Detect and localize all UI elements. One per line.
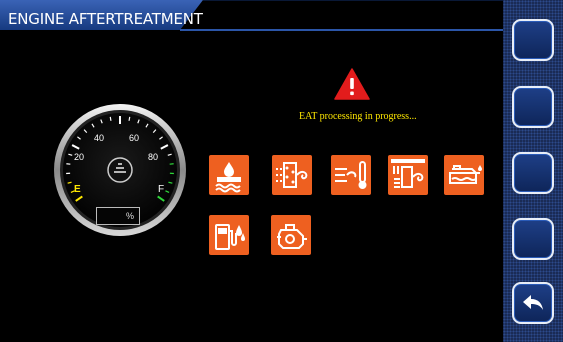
gauge-center-icon <box>107 157 133 183</box>
gauge-empty-label: E <box>74 184 81 195</box>
gauge-tick-mark <box>109 116 112 121</box>
page-title: ENGINE AFTERTREATMENT <box>8 10 203 28</box>
dpf-icon[interactable] <box>272 155 312 195</box>
percent-unit: % <box>125 211 134 221</box>
gauge-tick-80: 80 <box>148 152 159 162</box>
gauge-full-label: F <box>158 184 165 195</box>
engine-icon[interactable] <box>271 215 311 255</box>
gauge-tick-mark <box>128 116 131 121</box>
side-button-2[interactable] <box>512 86 554 128</box>
side-button-3[interactable] <box>512 152 554 194</box>
fuel-def-icon[interactable] <box>209 215 249 255</box>
back-arrow-icon <box>523 295 543 310</box>
header-bar: ENGINE AFTERTREATMENT <box>0 0 503 36</box>
exhaust-fluid-icon[interactable] <box>209 155 249 195</box>
def-filter-icon[interactable] <box>388 155 428 195</box>
def-percent-readout: % <box>96 207 140 225</box>
exhaust-temperature-icon[interactable] <box>331 155 371 195</box>
back-button[interactable] <box>512 282 554 324</box>
status-message: EAT processing in progress... <box>299 111 417 122</box>
side-button-4[interactable] <box>512 218 554 260</box>
gauge-tick-20: 20 <box>74 152 85 162</box>
side-button-panel <box>503 0 563 342</box>
gauge-tick-60: 60 <box>129 133 140 143</box>
oil-level-icon[interactable] <box>444 155 484 195</box>
warning-icon <box>334 68 370 100</box>
gauge-tick-40: 40 <box>94 133 105 143</box>
side-button-1[interactable] <box>512 19 554 61</box>
